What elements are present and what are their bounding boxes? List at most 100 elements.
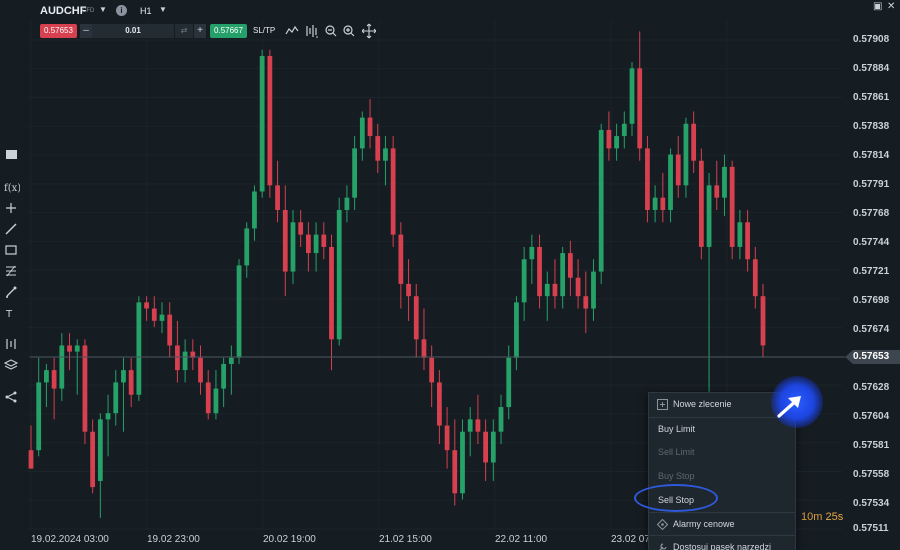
text-tool-icon[interactable]: T — [4, 306, 20, 320]
candle — [167, 302, 173, 358]
symbol-dropdown-icon[interactable]: ▼ — [99, 5, 107, 14]
layers-icon[interactable] — [4, 358, 20, 372]
candle-body — [205, 382, 211, 414]
price-label: 0.57604 — [853, 411, 890, 422]
indicators-icon[interactable] — [305, 23, 319, 39]
candle — [36, 357, 42, 457]
price-label: 0.57581 — [853, 440, 890, 451]
close-icon[interactable]: ✕ — [887, 1, 895, 12]
candle — [336, 197, 342, 346]
candle — [190, 339, 196, 371]
brush-icon[interactable] — [4, 285, 20, 299]
candle — [598, 123, 604, 284]
buy-button[interactable]: 0.57667 — [210, 24, 247, 38]
menu-item-buy-stop[interactable]: Buy Stop — [658, 471, 695, 481]
menu-item-new-order[interactable]: Nowe zlecenie — [673, 399, 732, 409]
svg-text:T: T — [5, 309, 13, 320]
candle-body — [151, 308, 157, 321]
sltp-button[interactable]: SL/TP — [253, 26, 275, 35]
rectangle-icon[interactable] — [4, 243, 20, 257]
share-icon[interactable] — [4, 390, 20, 404]
candle-body — [675, 154, 681, 186]
menu-item-price-alerts[interactable]: Alarmy cenowe — [673, 519, 735, 529]
time-label: 23.02 07 — [611, 534, 650, 545]
zoom-out-icon[interactable] — [324, 23, 338, 39]
candle-body — [591, 271, 596, 309]
candle-body — [290, 222, 296, 272]
timeframe-selector[interactable]: H1 — [140, 6, 152, 16]
timeframe-dropdown-icon[interactable]: ▼ — [159, 5, 167, 14]
candle-body — [598, 129, 604, 272]
candle-body — [729, 166, 735, 247]
candle-body — [514, 302, 519, 358]
info-icon[interactable]: i — [116, 5, 127, 16]
candle — [82, 339, 88, 445]
candle-body — [67, 345, 72, 352]
candle-body — [460, 431, 465, 494]
maximize-icon[interactable]: ▣ — [873, 1, 882, 12]
quantity-input[interactable]: 0.01 — [92, 24, 174, 38]
candle-body — [637, 68, 643, 149]
zoom-in-icon[interactable] — [342, 23, 356, 39]
sell-button[interactable]: 0.57653 — [40, 24, 77, 38]
trading-chart-window: AUDCHF CFD ▼ i H1 ▼ ▣ ✕ 0.57653 – 0.01 ⇄… — [0, 0, 900, 550]
candle — [90, 419, 96, 494]
menu-item-customize-toolbar[interactable]: Dostosuj pasek narzędzi — [673, 542, 771, 550]
candle-body — [436, 382, 442, 426]
candle — [544, 271, 550, 321]
function-icon[interactable]: f(x) — [4, 180, 20, 194]
candle — [236, 259, 242, 364]
candle — [175, 320, 180, 383]
fibonacci-icon[interactable] — [4, 264, 20, 278]
candle — [151, 296, 157, 327]
countdown-minutes: 10m — [801, 511, 823, 523]
candle-body — [344, 197, 350, 210]
candle — [136, 296, 142, 401]
candle — [259, 49, 265, 198]
candle — [529, 234, 535, 284]
price-label: 0.57791 — [853, 179, 890, 190]
quantity-decrease-button[interactable]: – — [80, 24, 92, 38]
line-chart-icon[interactable] — [285, 23, 299, 39]
price-label: 0.57534 — [853, 498, 890, 509]
candle-body — [128, 370, 134, 395]
candle-body — [698, 160, 704, 247]
candle — [159, 302, 165, 334]
price-label: 0.57628 — [853, 382, 890, 393]
candle-body — [51, 370, 57, 389]
candle — [583, 271, 589, 334]
candle — [645, 136, 650, 223]
candle-body — [74, 345, 80, 352]
chart-type-icon[interactable] — [4, 148, 20, 162]
candle — [329, 234, 334, 371]
candle-body — [336, 209, 342, 340]
candle-body — [444, 425, 450, 451]
candle-body — [745, 222, 750, 260]
magnet-icon[interactable] — [4, 337, 20, 351]
new-order-icon — [657, 399, 668, 410]
candle — [252, 185, 257, 241]
candle — [105, 394, 111, 457]
candle-body — [136, 302, 142, 395]
svg-text:f(x): f(x) — [4, 183, 20, 194]
move-icon[interactable] — [362, 23, 376, 39]
menu-item-buy-limit[interactable]: Buy Limit — [658, 424, 695, 434]
candle — [452, 419, 458, 506]
candle — [359, 111, 365, 161]
price-label: 0.57511 — [853, 523, 889, 534]
candle — [498, 394, 504, 445]
candle — [629, 62, 635, 137]
symbol-name[interactable]: AUDCHF — [40, 5, 86, 17]
price-alert-icon — [657, 519, 668, 530]
candle — [567, 240, 573, 297]
price-label: 0.57768 — [853, 208, 890, 219]
candle — [460, 419, 465, 500]
swap-icon[interactable]: ⇄ — [175, 24, 193, 38]
menu-item-sell-limit[interactable]: Sell Limit — [658, 447, 695, 457]
crosshair-icon[interactable] — [4, 201, 20, 215]
candle-body — [306, 234, 311, 254]
quantity-increase-button[interactable]: + — [194, 24, 206, 38]
candle-body — [167, 314, 173, 346]
candle-body — [722, 166, 727, 198]
trend-line-icon[interactable] — [4, 222, 20, 236]
